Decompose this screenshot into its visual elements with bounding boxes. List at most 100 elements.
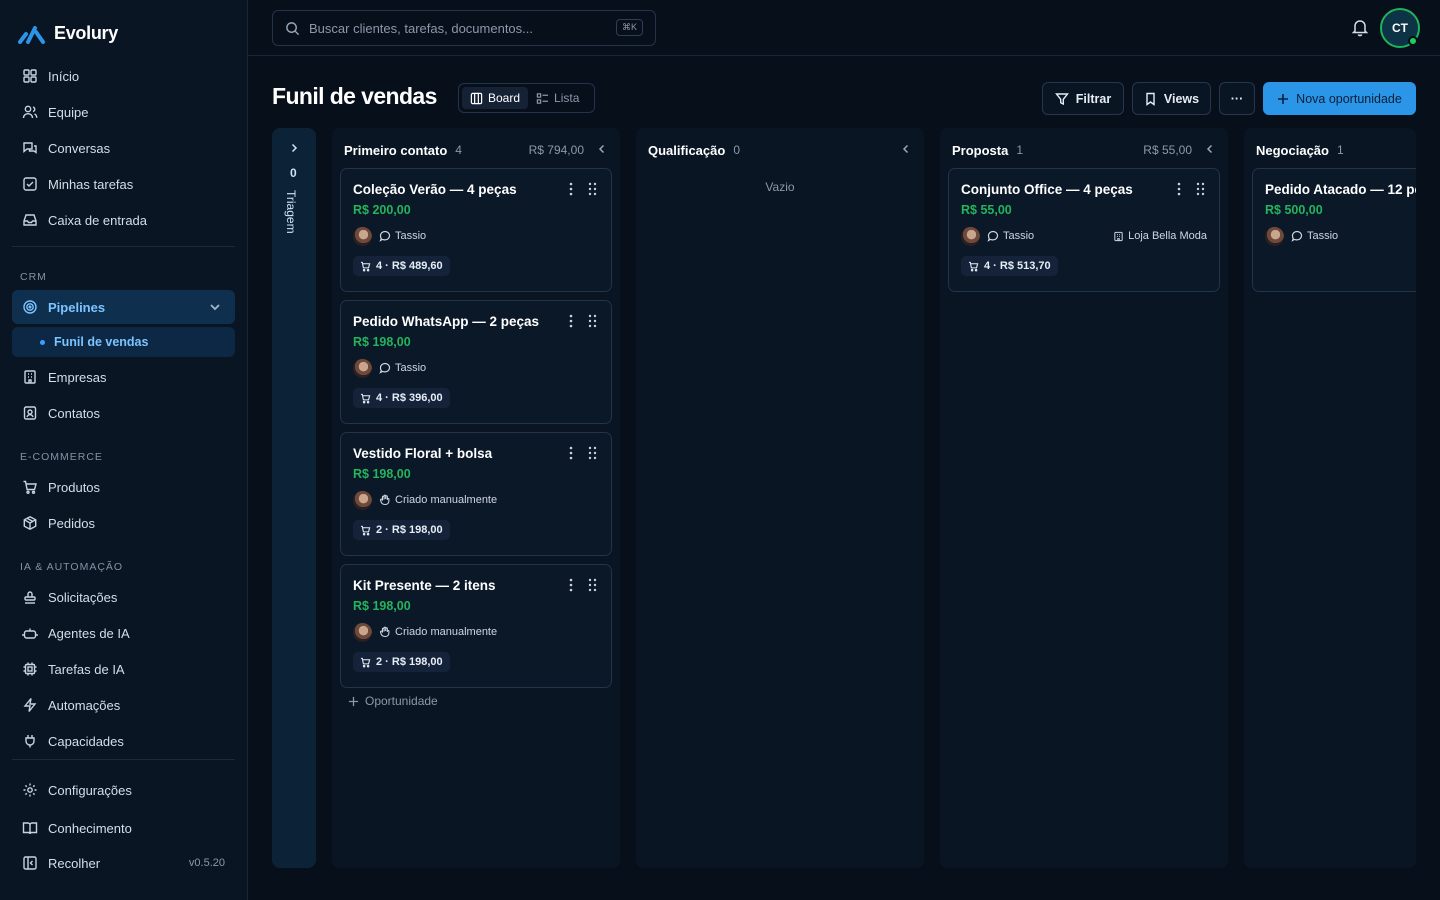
items-summary: 4 · R$ 513,70 (984, 260, 1051, 272)
sidebar-divider (12, 759, 235, 760)
kebab-menu-icon[interactable] (569, 446, 573, 460)
nav-contatos[interactable]: Contatos (12, 397, 235, 429)
topbar: ⌘K CT (248, 0, 1440, 56)
plus-icon (348, 696, 359, 706)
opportunity-card[interactable]: Pedido Atacado — 12 peças R$ 500,00 Tass… (1252, 168, 1416, 292)
chevron-left-icon[interactable] (900, 143, 912, 155)
column-count: 1 (1336, 143, 1344, 157)
kebab-menu-icon[interactable] (569, 182, 573, 196)
nav-tarefas-ia[interactable]: Tarefas de IA (12, 653, 235, 685)
chevron-left-icon[interactable] (596, 143, 608, 155)
empty-state: Vazio (765, 180, 795, 194)
drag-handle-icon[interactable] (588, 182, 597, 196)
nav-label: Pedidos (48, 515, 95, 531)
card-title: Pedido Atacado — 12 peças (1265, 182, 1416, 197)
active-dot (40, 340, 45, 345)
nav-empresas[interactable]: Empresas (12, 361, 235, 393)
nav-conhecimento[interactable]: Conhecimento (12, 812, 235, 844)
column-count: 1 (1016, 143, 1024, 157)
nav-recolher[interactable]: Recolher v0.5.20 (12, 847, 235, 879)
cart-icon (23, 480, 37, 495)
drag-handle-icon[interactable] (588, 314, 597, 328)
opportunity-card[interactable]: Pedido WhatsApp — 2 peças R$ 198,00 Tass… (340, 300, 612, 424)
book-icon (22, 822, 38, 835)
card-price: R$ 198,00 (353, 335, 411, 349)
chat-icon (379, 362, 391, 374)
stamp-icon (24, 591, 36, 604)
nav-equipe[interactable]: Equipe (12, 96, 235, 128)
plus-icon (1278, 93, 1289, 104)
nav-conversas[interactable]: Conversas (12, 132, 235, 164)
nav-solicitacoes[interactable]: Solicitações (12, 581, 235, 613)
plug-icon (25, 735, 35, 748)
nav-agentes-ia[interactable]: Agentes de IA (12, 617, 235, 649)
kebab-menu-icon[interactable] (1177, 182, 1181, 196)
card-source: Criado manualmente (379, 494, 497, 506)
nav-produtos[interactable]: Produtos (12, 471, 235, 503)
owner-avatar (353, 491, 372, 510)
nav-pedidos[interactable]: Pedidos (12, 507, 235, 539)
items-chip: 2 · R$ 198,00 (353, 520, 450, 540)
nav-label: Capacidades (48, 733, 124, 749)
card-title: Kit Presente — 2 itens (353, 578, 496, 593)
nav-pipelines[interactable]: Pipelines (12, 290, 235, 324)
opportunity-card[interactable]: Vestido Floral + bolsa R$ 198,00 Criado … (340, 432, 612, 556)
more-options-button[interactable]: ··· (1219, 82, 1255, 115)
nav-funil-vendas[interactable]: Funil de vendas (12, 327, 235, 357)
filter-button[interactable]: Filtrar (1042, 82, 1124, 115)
drag-handle-icon[interactable] (588, 446, 597, 460)
column-count: 0 (733, 143, 740, 157)
add-opportunity-button[interactable]: Oportunidade (348, 694, 438, 708)
card-source: Criado manualmente (379, 626, 497, 638)
triage-column[interactable] (272, 128, 316, 868)
nav-caixa-entrada[interactable]: Caixa de entrada (12, 204, 235, 236)
new-opportunity-label: Nova oportunidade (1296, 91, 1402, 106)
card-source: Tassio (379, 230, 426, 242)
view-board-button[interactable]: Board (462, 87, 529, 109)
nav-label: Recolher (48, 855, 101, 871)
app-version: v0.5.20 (188, 857, 225, 869)
nav-label: Produtos (48, 479, 101, 495)
drag-handle-icon[interactable] (588, 578, 597, 592)
opportunity-card[interactable]: Kit Presente — 2 itens R$ 198,00 Criado … (340, 564, 612, 688)
shortcut-hint: ⌘K (615, 19, 643, 36)
new-opportunity-button[interactable]: Nova oportunidade (1263, 82, 1416, 115)
nav-inicio[interactable]: Início (12, 60, 235, 92)
kebab-menu-icon[interactable] (569, 314, 573, 328)
chevron-right-icon[interactable] (288, 142, 300, 154)
source-label: Criado manualmente (395, 626, 498, 638)
sidebar: Evolury Início Equipe Conversas Minhas t… (0, 0, 248, 900)
drag-handle-icon[interactable] (1196, 182, 1205, 196)
nav-label: Configurações (48, 782, 132, 798)
views-button[interactable]: Views (1132, 82, 1211, 115)
chevron-left-icon[interactable] (1204, 143, 1216, 155)
items-chip: 4 · R$ 489,60 (353, 256, 450, 276)
avatar-initials: CT (1392, 21, 1408, 35)
bookmark-icon (1146, 92, 1155, 106)
card-price: R$ 198,00 (353, 599, 411, 613)
bell-icon[interactable] (1350, 17, 1370, 37)
nav-configuracoes[interactable]: Configurações (12, 774, 235, 806)
card-source: Tassio (1291, 230, 1338, 242)
opportunity-card[interactable]: Coleção Verão — 4 peças R$ 200,00 Tassio… (340, 168, 612, 292)
company-label: Loja Bella Moda (1128, 230, 1207, 242)
search-box[interactable]: ⌘K (272, 10, 656, 46)
owner-avatar (353, 359, 372, 378)
source-label: Criado manualmente (395, 494, 498, 506)
nav-minhas-tarefas[interactable]: Minhas tarefas (12, 168, 235, 200)
view-list-button[interactable]: Lista (528, 87, 587, 109)
search-input[interactable] (309, 20, 609, 36)
column-header: Proposta 1 R$ 55,00 (952, 140, 1216, 160)
card-title: Coleção Verão — 4 peças (353, 182, 517, 197)
nav-capacidades[interactable]: Capacidades (12, 725, 235, 757)
pipeline-column: Proposta 1 R$ 55,00 Conjunto Office — 4 … (940, 128, 1228, 868)
opportunity-card[interactable]: Conjunto Office — 4 peças R$ 55,00 Tassi… (948, 168, 1220, 292)
cart-icon (360, 525, 371, 535)
card-price: R$ 198,00 (353, 467, 411, 481)
kebab-menu-icon[interactable] (569, 578, 573, 592)
nav-automacoes[interactable]: Automações (12, 689, 235, 721)
view-list-label: Lista (554, 91, 580, 105)
chevron-down-icon (210, 304, 220, 311)
hand-icon (379, 494, 390, 506)
logo[interactable]: Evolury (18, 22, 118, 44)
